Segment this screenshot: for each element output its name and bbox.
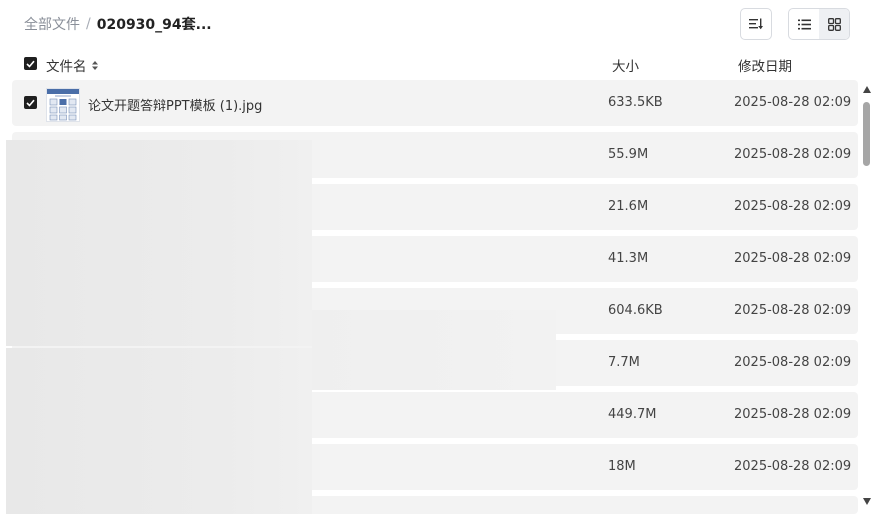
sort-button[interactable] (740, 8, 772, 40)
breadcrumb-current-folder: 020930_94套... (96, 17, 212, 33)
image-file-icon (47, 89, 79, 121)
column-name-label: 文件名 (46, 59, 87, 75)
file-size: 41.3M (608, 251, 649, 266)
file-date: 2025-08-28 02:09 (734, 251, 852, 266)
check-icon (26, 99, 35, 107)
sort-toggle-icon (91, 60, 98, 70)
redaction-overlay (6, 348, 312, 514)
image-thumbnail (46, 88, 80, 122)
select-all-checkbox[interactable] (24, 57, 37, 70)
file-list-header: 文件名 大小 修改日期 (0, 52, 874, 76)
breadcrumb-root-link[interactable]: 全部文件 (24, 14, 80, 34)
scroll-up-arrow-icon[interactable] (863, 86, 871, 93)
file-date: 2025-08-28 02:09 (734, 199, 852, 214)
vertical-scrollbar[interactable] (860, 84, 874, 514)
scroll-thumb[interactable] (863, 102, 870, 166)
column-size-header[interactable]: 大小 (612, 55, 639, 75)
column-name-header[interactable]: 文件名 (46, 55, 99, 75)
file-size: 7.7M (608, 355, 640, 370)
grid-view-button[interactable] (819, 9, 849, 39)
breadcrumb-separator: / (86, 16, 91, 32)
column-date-header[interactable]: 修改日期 (738, 55, 792, 75)
file-date: 2025-08-28 02:09 (734, 407, 852, 422)
file-size: 55.9M (608, 147, 649, 162)
file-size: 449.7M (608, 407, 657, 422)
file-size: 604.6KB (608, 303, 663, 318)
file-date: 2025-08-28 02:09 (734, 147, 852, 162)
check-icon (26, 60, 35, 68)
sort-icon (749, 18, 763, 30)
grid-view-icon (827, 17, 841, 31)
file-date: 2025-08-28 02:09 (734, 95, 852, 110)
file-date: 2025-08-28 02:09 (734, 303, 852, 318)
list-view-button[interactable] (789, 9, 819, 39)
file-size: 21.6M (608, 199, 649, 214)
redaction-overlay (312, 310, 556, 390)
file-size: 633.5KB (608, 95, 663, 110)
view-switch (788, 8, 850, 40)
file-date: 2025-08-28 02:09 (734, 355, 852, 370)
breadcrumb: 全部文件 / 020930_94套... (24, 14, 212, 34)
list-view-icon (797, 19, 811, 29)
file-name[interactable]: 论文开题答辩PPT模板 (1).jpg (88, 95, 262, 114)
file-size: 18M (608, 459, 636, 474)
file-date: 2025-08-28 02:09 (734, 459, 852, 474)
redaction-overlay (6, 140, 312, 346)
scroll-down-arrow-icon[interactable] (863, 498, 871, 505)
file-row[interactable]: 论文开题答辩PPT模板 (1).jpg 633.5KB 2025-08-28 0… (12, 80, 858, 126)
row-checkbox[interactable] (24, 96, 37, 109)
